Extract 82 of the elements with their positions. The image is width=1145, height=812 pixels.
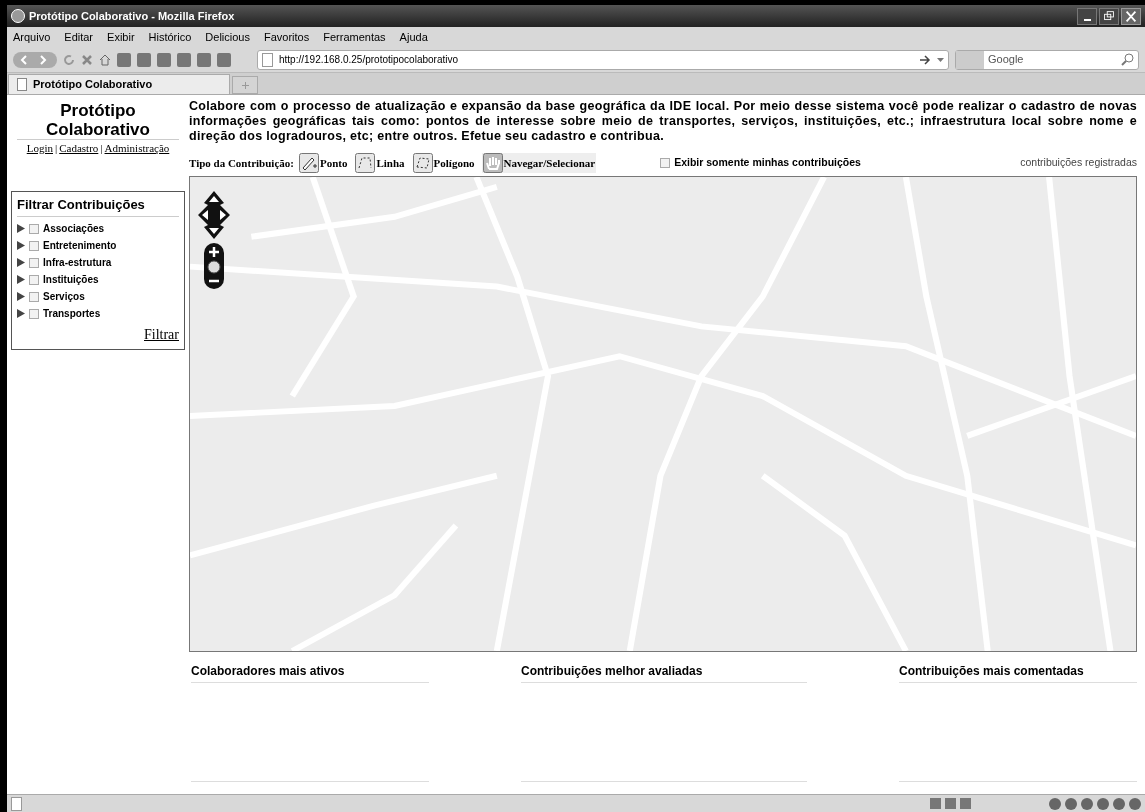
- status-icon[interactable]: [1065, 797, 1077, 810]
- zoom-control-icon[interactable]: [204, 243, 224, 289]
- site-title: Protótipo Colaborativo: [17, 101, 179, 140]
- contribution-type-label: Tipo da Contribuição:: [189, 155, 294, 171]
- category-label: Instituições: [43, 273, 99, 287]
- polygon-tool-icon: [412, 153, 433, 173]
- toolbar-icon[interactable]: [197, 52, 211, 67]
- pan-control-icon[interactable]: [198, 191, 230, 239]
- line-tool-icon: [355, 153, 376, 173]
- stop-icon[interactable]: [81, 53, 93, 66]
- category-label: Serviços: [43, 290, 85, 304]
- toolbar-icon[interactable]: [117, 52, 131, 67]
- filter-link[interactable]: Filtrar: [144, 324, 179, 345]
- status-icon[interactable]: [1129, 797, 1141, 810]
- restore-button[interactable]: [1099, 7, 1119, 25]
- category-label: Associações: [43, 222, 105, 236]
- tool-button[interactable]: Ponto: [297, 153, 349, 173]
- menu-item[interactable]: Ferramentas: [323, 28, 386, 46]
- menu-item[interactable]: Ajuda: [399, 28, 428, 46]
- go-arrow-icon[interactable]: [919, 54, 931, 65]
- menu-item[interactable]: Exibir: [107, 28, 135, 46]
- tool-button[interactable]: Polígono: [411, 153, 476, 173]
- checkbox[interactable]: [29, 257, 39, 268]
- expand-arrow-icon[interactable]: [17, 275, 25, 284]
- back-forward-icon[interactable]: [13, 51, 57, 68]
- toolbar-icon[interactable]: [177, 52, 191, 67]
- expand-arrow-icon[interactable]: [17, 309, 25, 318]
- category-label: Entretenimento: [43, 239, 117, 253]
- menu-item[interactable]: Histórico: [148, 28, 192, 46]
- checkbox[interactable]: [660, 158, 671, 168]
- window-title: Protótipo Colaborativo - Mozilla Firefox: [29, 8, 235, 24]
- expand-arrow-icon[interactable]: [17, 241, 25, 250]
- tool-button[interactable]: Linha: [354, 153, 406, 173]
- page-icon: [262, 52, 273, 67]
- checkbox[interactable]: [29, 291, 39, 302]
- link-separator: |: [55, 141, 58, 156]
- tool-button[interactable]: Navegar/Selecionar: [481, 153, 597, 173]
- checkbox[interactable]: [29, 274, 39, 285]
- status-icon[interactable]: [1049, 797, 1061, 810]
- panel-heading: Contribuições melhor avaliadas: [521, 662, 807, 683]
- status-icon[interactable]: [1113, 797, 1125, 810]
- hand-icon: [482, 153, 503, 173]
- home-icon[interactable]: [99, 53, 111, 66]
- plus-icon: [241, 81, 249, 89]
- category-label: Infra-estrutura: [43, 256, 112, 270]
- checkbox-label: Exibir somente minhas contribuições: [674, 155, 861, 171]
- browser-tab[interactable]: Protótipo Colaborativo: [8, 74, 230, 94]
- link-separator: |: [100, 141, 103, 156]
- status-icon[interactable]: [1097, 797, 1109, 810]
- expand-arrow-icon[interactable]: [17, 224, 25, 233]
- toolbar-icon[interactable]: [217, 52, 231, 67]
- checkbox[interactable]: [29, 240, 39, 251]
- expand-arrow-icon[interactable]: [17, 292, 25, 301]
- panel-heading: Contribuições mais comentadas: [899, 662, 1137, 683]
- registered-link[interactable]: contribuições registradas: [1020, 155, 1137, 171]
- page-icon: [11, 796, 22, 811]
- checkbox[interactable]: [29, 308, 39, 319]
- toolbar-icon[interactable]: [137, 52, 151, 67]
- search-field[interactable]: Google: [955, 49, 1139, 70]
- panel-heading: Colaboradores mais ativos: [191, 662, 429, 683]
- menu-item[interactable]: Favoritos: [264, 28, 310, 46]
- intro-paragraph: Colabore com o processo de atualização e expansão da base geográfica da IDE local. Por meio desse sistema você pode realizar o cadastro de novas informações geográficas tais como: pontos de interesse sobre meio de transportes, serviços, instituições, etc.; infraestrutura local sobre nome e direção dos logradouros, etc; entre outros. Efetue seu cadastro e contribua.: [189, 99, 1137, 144]
- address-field[interactable]: http://192.168.0.25/prototipocolaborativo: [257, 49, 949, 70]
- toolbar-icon[interactable]: [157, 52, 171, 67]
- checkbox[interactable]: [29, 223, 39, 234]
- close-button[interactable]: [1121, 7, 1141, 25]
- menu-item[interactable]: Delicious: [205, 28, 250, 46]
- page-icon: [17, 78, 27, 91]
- menu-item[interactable]: Editar: [64, 28, 94, 46]
- dropdown-caret-icon[interactable]: [937, 57, 944, 62]
- expand-arrow-icon[interactable]: [17, 258, 25, 267]
- minimize-button[interactable]: [1077, 7, 1097, 25]
- menu-item[interactable]: Arquivo: [13, 28, 51, 46]
- nav-link[interactable]: Administração: [104, 140, 170, 157]
- category-label: Transportes: [43, 307, 101, 321]
- pencil-icon: [298, 153, 319, 173]
- nav-link[interactable]: Login: [26, 140, 53, 157]
- nav-link[interactable]: Cadastro: [59, 140, 99, 157]
- search-icon[interactable]: [1121, 53, 1134, 66]
- status-icon[interactable]: [1081, 797, 1093, 810]
- minimize-icon: [1083, 18, 1091, 21]
- filter-title: Filtrar Contribuições: [17, 194, 179, 217]
